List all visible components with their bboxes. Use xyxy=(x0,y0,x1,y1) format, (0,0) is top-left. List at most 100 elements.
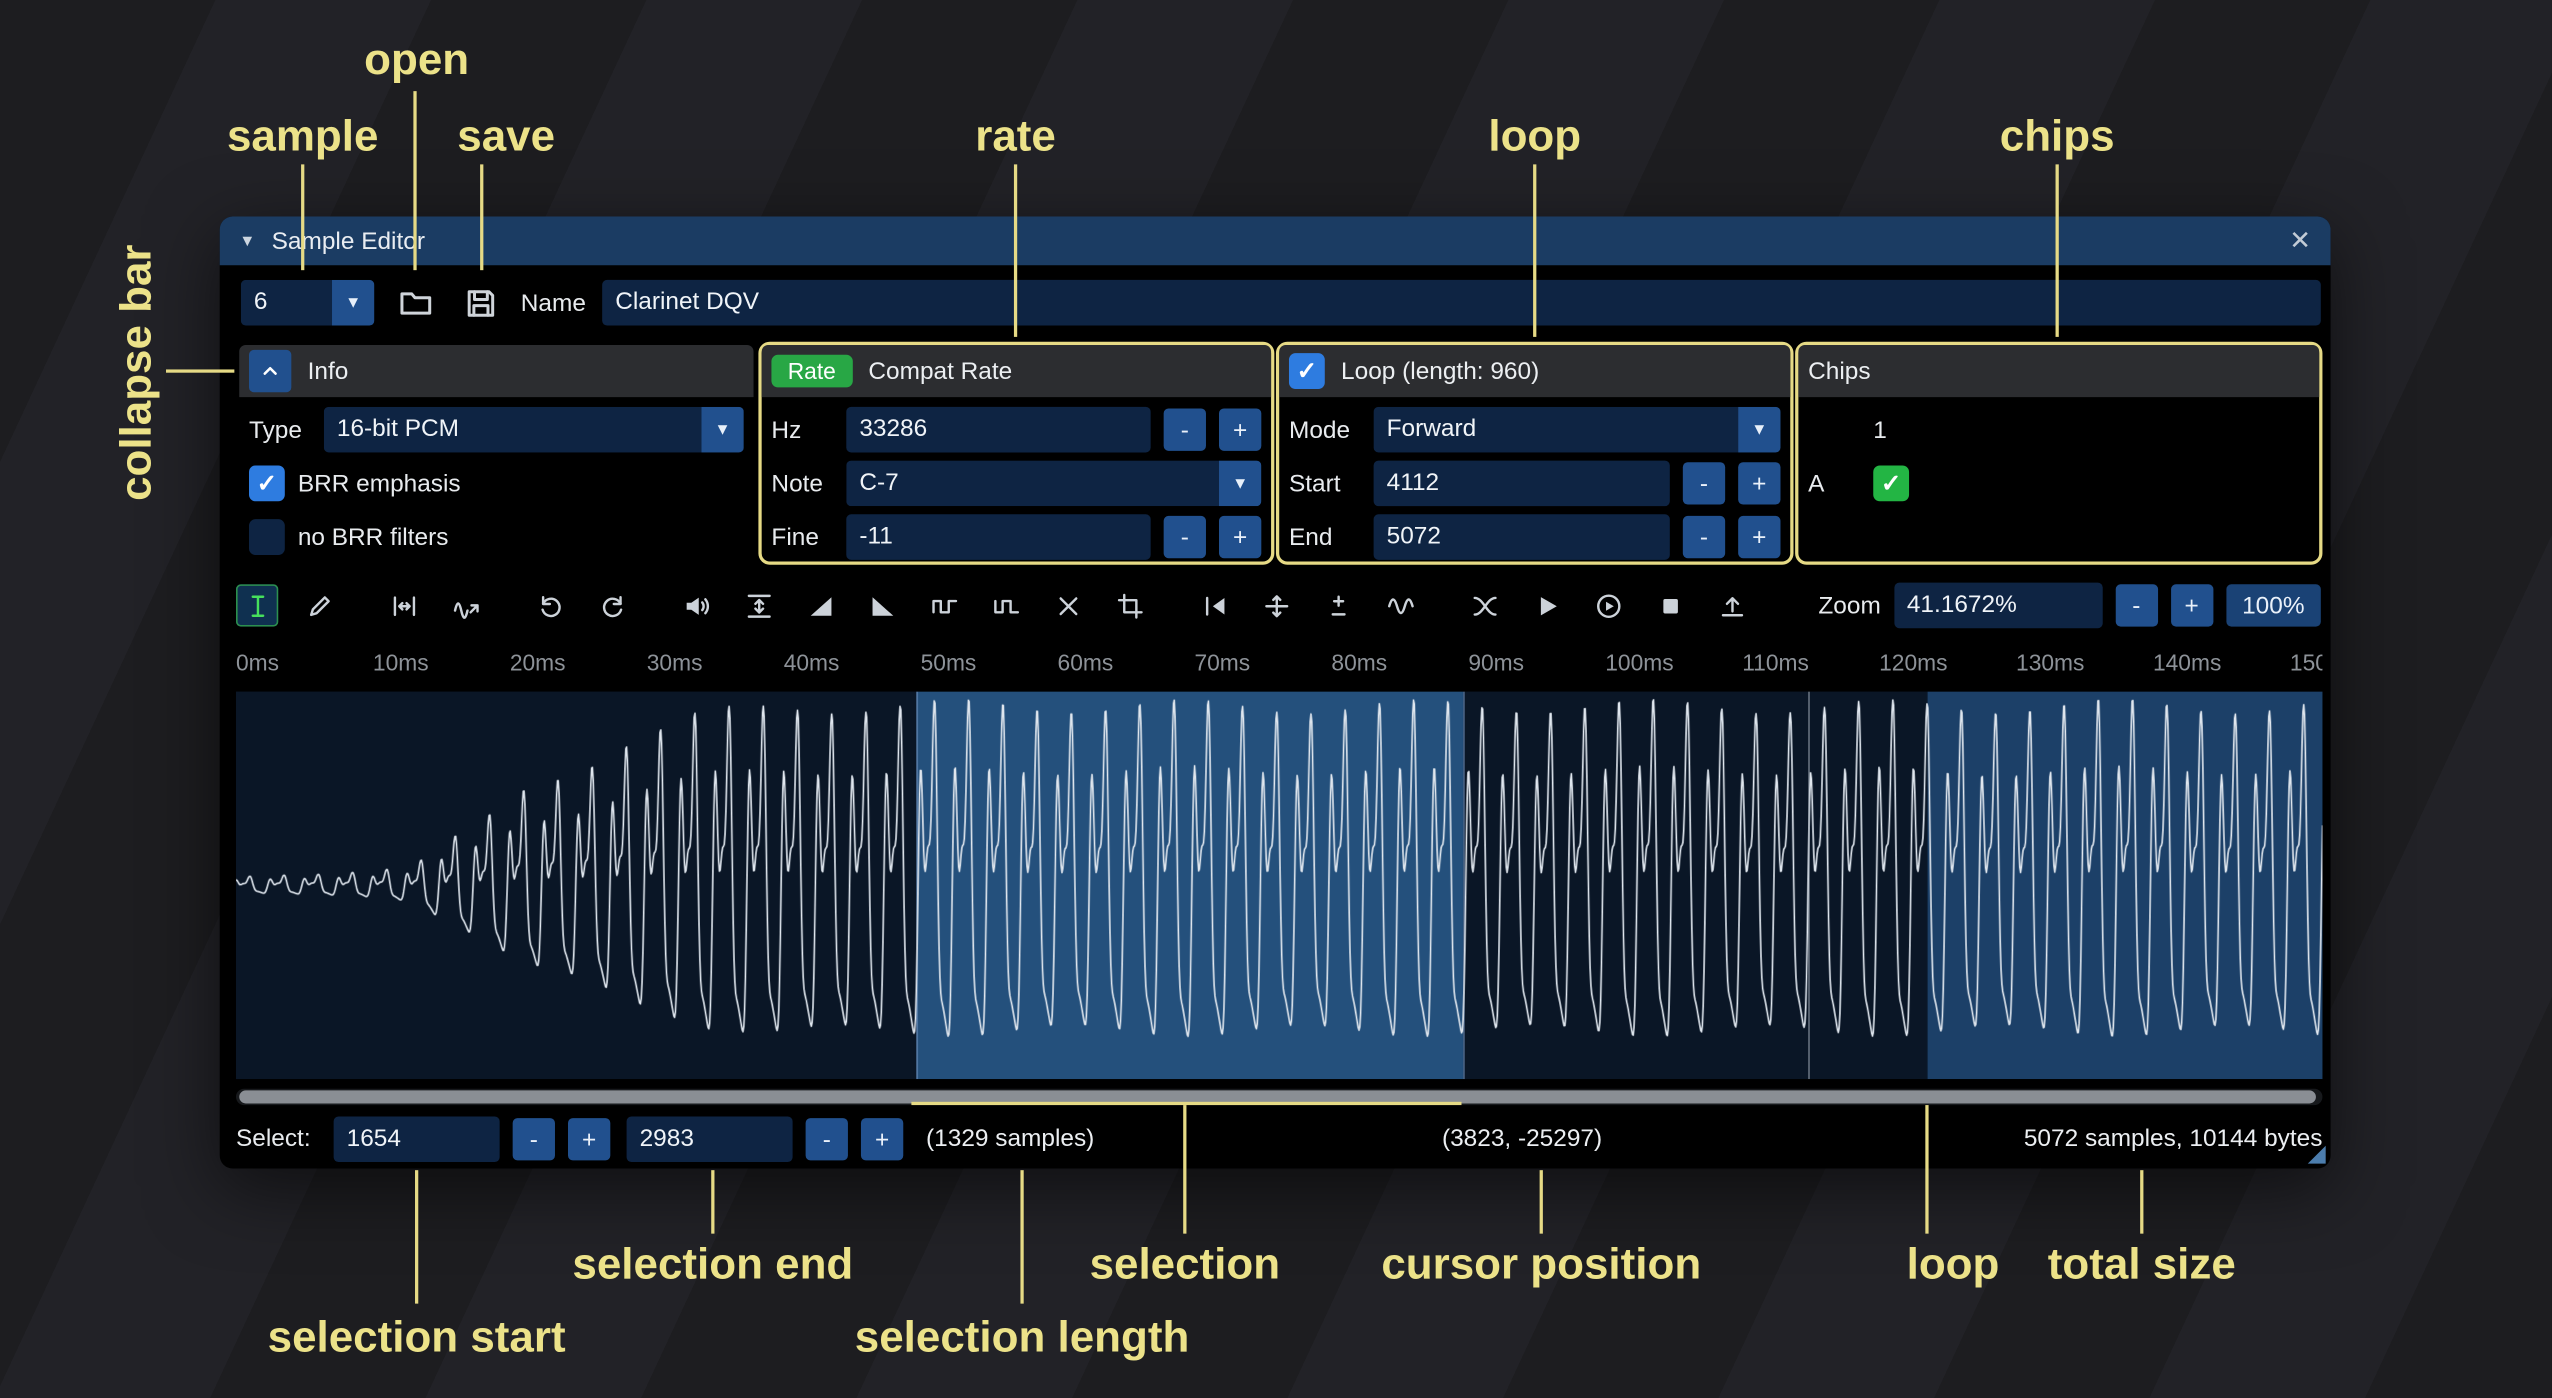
amplify-button[interactable] xyxy=(675,584,717,626)
annotation-save: save xyxy=(457,111,555,161)
hz-input[interactable]: 33286 xyxy=(846,407,1150,453)
invert-button[interactable] xyxy=(1255,584,1297,626)
save-button[interactable] xyxy=(456,278,505,327)
timeline-ruler[interactable]: 0ms10ms20ms30ms40ms50ms60ms70ms80ms90ms1… xyxy=(236,638,2322,687)
stop-icon xyxy=(1656,592,1684,620)
fine-label: Fine xyxy=(771,523,833,551)
chip-enable-checkbox[interactable]: ✓ xyxy=(1873,465,1909,501)
ruler-tick: 60ms xyxy=(1058,649,1114,675)
annotation-chips: chips xyxy=(2000,111,2115,161)
trim-button[interactable] xyxy=(1108,584,1150,626)
redo-button[interactable] xyxy=(591,584,633,626)
selection-end-input[interactable]: 2983 xyxy=(627,1116,793,1162)
normalize-button[interactable] xyxy=(737,584,779,626)
loop-enable-checkbox[interactable]: ✓ xyxy=(1289,353,1325,389)
undo-button[interactable] xyxy=(529,584,571,626)
undo-icon xyxy=(536,592,564,620)
sample-type-select[interactable]: 16-bit PCM ▼ xyxy=(324,407,744,453)
rate-section: Rate Compat Rate Hz 33286 - + Note C-7 ▼… xyxy=(758,342,1274,565)
ruler-tick: 50ms xyxy=(921,649,977,675)
ruler-tick: 0ms xyxy=(236,649,279,675)
loop-end-input[interactable]: 5072 xyxy=(1374,514,1670,560)
sample-selector[interactable]: 6 ▼ xyxy=(241,280,374,326)
stop-preview-button[interactable] xyxy=(1649,584,1691,626)
sample-toolbar: Zoom 41.1672% - + 100% xyxy=(236,581,2321,630)
waveform-scrollbar[interactable] xyxy=(236,1089,2322,1105)
filter-button[interactable] xyxy=(1378,584,1420,626)
selection-end-increase-button[interactable]: + xyxy=(861,1118,903,1160)
check-icon: ✓ xyxy=(1297,356,1317,385)
upload-icon xyxy=(1718,592,1746,620)
zoom-out-button[interactable]: - xyxy=(2115,584,2157,626)
loop-start-input[interactable]: 4112 xyxy=(1374,461,1670,507)
zoom-label: Zoom xyxy=(1818,592,1880,620)
annotation-line-selection-start xyxy=(415,1170,418,1303)
chevron-up-icon xyxy=(259,360,282,383)
resize-button[interactable] xyxy=(382,584,424,626)
rate-header: Rate Compat Rate xyxy=(762,345,1271,397)
resample-button[interactable] xyxy=(444,584,486,626)
titlebar[interactable]: ▼ Sample Editor ✕ xyxy=(220,216,2331,265)
upload-to-chip-button[interactable] xyxy=(1711,584,1753,626)
hz-increase-button[interactable]: + xyxy=(1219,409,1261,451)
selection-end-decrease-button[interactable]: - xyxy=(806,1118,848,1160)
selection-start-decrease-button[interactable]: - xyxy=(513,1118,555,1160)
annotation-line-total-size xyxy=(2140,1170,2143,1233)
scrollbar-thumb[interactable] xyxy=(239,1090,2316,1103)
chevron-down-icon[interactable]: ▼ xyxy=(1219,461,1261,507)
annotation-total-size: total size xyxy=(2048,1239,2236,1289)
annotation-rate: rate xyxy=(975,111,1056,161)
loop-end-increase-button[interactable]: + xyxy=(1738,516,1780,558)
delete-button[interactable] xyxy=(1046,584,1088,626)
window-resize-grip[interactable] xyxy=(2308,1146,2326,1164)
note-select[interactable]: C-7 ▼ xyxy=(846,461,1261,507)
annotation-sample: sample xyxy=(227,111,378,161)
sign-invert-button[interactable] xyxy=(1317,584,1359,626)
chips-title: Chips xyxy=(1808,357,1870,385)
loop-mode-select[interactable]: Forward ▼ xyxy=(1374,407,1781,453)
brr-emphasis-checkbox[interactable]: ✓ xyxy=(249,465,285,501)
draw-mode-button[interactable] xyxy=(298,584,340,626)
select-mode-button[interactable] xyxy=(236,584,278,626)
zoom-in-button[interactable]: + xyxy=(2170,584,2212,626)
crop-icon xyxy=(1116,592,1144,620)
chevron-down-icon[interactable]: ▼ xyxy=(701,407,743,453)
crossfade-button[interactable] xyxy=(1463,584,1505,626)
no-brr-filters-checkbox[interactable]: ✓ xyxy=(249,519,285,555)
normalize-icon xyxy=(745,592,773,620)
close-icon[interactable]: ✕ xyxy=(2289,225,2311,258)
fade-out-icon xyxy=(868,592,896,620)
waveform-canvas[interactable] xyxy=(236,692,2322,1079)
window-collapse-icon[interactable]: ▼ xyxy=(239,232,255,250)
waveform-view[interactable] xyxy=(236,692,2322,1079)
apply-silence-button[interactable] xyxy=(985,584,1027,626)
fade-out-button[interactable] xyxy=(861,584,903,626)
open-button[interactable] xyxy=(391,278,440,327)
annotation-selection-start: selection start xyxy=(268,1313,566,1363)
filter-wave-icon xyxy=(1386,592,1414,620)
type-row: Type 16-bit PCM ▼ xyxy=(249,407,744,453)
fine-decrease-button[interactable]: - xyxy=(1164,516,1206,558)
sample-name-input[interactable]: Clarinet DQV xyxy=(602,280,2321,326)
chevron-down-icon[interactable]: ▼ xyxy=(1738,407,1780,453)
zoom-reset-button[interactable]: 100% xyxy=(2226,584,2321,626)
loop-start-row: Start 4112 - + xyxy=(1289,461,1781,507)
rate-title: Compat Rate xyxy=(868,357,1012,385)
hz-decrease-button[interactable]: - xyxy=(1164,409,1206,451)
selection-start-input[interactable]: 1654 xyxy=(334,1116,500,1162)
collapse-bar-button[interactable] xyxy=(249,350,291,392)
preview-from-cursor-button[interactable] xyxy=(1587,584,1629,626)
preview-button[interactable] xyxy=(1525,584,1567,626)
loop-start-increase-button[interactable]: + xyxy=(1738,462,1780,504)
loop-end-decrease-button[interactable]: - xyxy=(1683,516,1725,558)
zoom-input[interactable]: 41.1672% xyxy=(1894,583,2102,629)
fine-input[interactable]: -11 xyxy=(846,514,1150,560)
selection-start-increase-button[interactable]: + xyxy=(568,1118,610,1160)
loop-start-decrease-button[interactable]: - xyxy=(1683,462,1725,504)
fine-increase-button[interactable]: + xyxy=(1219,516,1261,558)
chevron-down-icon[interactable]: ▼ xyxy=(332,280,374,326)
reverse-button[interactable] xyxy=(1193,584,1235,626)
pencil-icon xyxy=(305,592,333,620)
fade-in-button[interactable] xyxy=(799,584,841,626)
insert-silence-button[interactable] xyxy=(923,584,965,626)
